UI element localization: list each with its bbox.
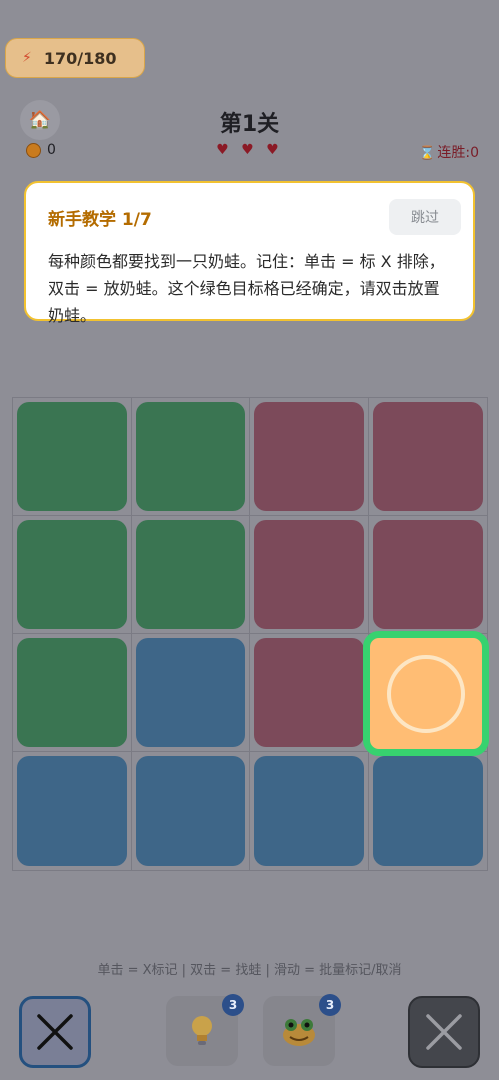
hint-count-badge: 3 bbox=[222, 994, 244, 1016]
blue-tile bbox=[135, 756, 245, 866]
board-cell[interactable] bbox=[250, 752, 369, 870]
blue-tile bbox=[254, 756, 364, 866]
tutorial-dialog: 新手教学 1/7 跳过 每种颜色都要找到一只奶蛙。记住：单击 = 标 X 排除，… bbox=[24, 181, 475, 325]
lightbulb-icon bbox=[192, 1016, 212, 1045]
blue-tile bbox=[372, 756, 483, 866]
clear-button[interactable] bbox=[408, 996, 480, 1068]
board-cell[interactable] bbox=[132, 752, 250, 870]
streak-value: 连胜:0 bbox=[437, 145, 479, 161]
green-tile bbox=[17, 402, 127, 511]
energy-value: 170/180 bbox=[43, 48, 117, 68]
red-tile bbox=[372, 520, 483, 629]
level-title: 第1关 bbox=[219, 112, 280, 137]
blue-tile bbox=[135, 638, 245, 747]
board-cell[interactable] bbox=[13, 398, 132, 516]
energy-counter: ⚡ 170/180 bbox=[5, 38, 145, 78]
hourglass-icon: ⌛ bbox=[419, 146, 436, 161]
board-cell[interactable] bbox=[13, 516, 132, 634]
board-cell[interactable] bbox=[368, 516, 487, 634]
red-tile bbox=[254, 402, 364, 511]
red-tile bbox=[372, 402, 483, 511]
skip-button[interactable]: 跳过 bbox=[389, 199, 461, 235]
board-cell[interactable] bbox=[250, 398, 369, 516]
lightning-icon: ⚡ bbox=[22, 50, 32, 66]
board-cell[interactable] bbox=[250, 516, 369, 634]
control-hint: 单击 = X标记 | 双击 = 找蛙 | 滑动 = 批量标记/取消 bbox=[97, 963, 402, 978]
circle-marker-icon bbox=[387, 654, 465, 733]
board-cell[interactable] bbox=[131, 634, 250, 752]
blue-tile bbox=[17, 756, 127, 866]
tutorial-text: 每种颜色都要找到一只奶蛙。记住：单击 = 标 X 排除，双击 = 放奶蛙。这个绿… bbox=[48, 252, 445, 325]
board-cell[interactable] bbox=[13, 634, 132, 752]
frog-count-badge: 3 bbox=[319, 994, 341, 1016]
board-cell[interactable] bbox=[368, 398, 487, 516]
green-tile bbox=[135, 402, 245, 511]
board-cell[interactable] bbox=[131, 398, 250, 516]
win-streak: ⌛ 连胜:0 bbox=[419, 142, 479, 162]
green-tile bbox=[17, 520, 127, 629]
highlighted-target-cell[interactable] bbox=[363, 631, 489, 756]
x-mark-icon bbox=[37, 1014, 73, 1050]
mark-x-button[interactable] bbox=[19, 996, 91, 1068]
frog-button[interactable]: 3 bbox=[263, 994, 341, 1066]
board-cell[interactable] bbox=[13, 752, 132, 870]
x-mark-icon bbox=[426, 1014, 462, 1050]
red-tile bbox=[254, 638, 364, 747]
green-tile bbox=[135, 520, 245, 629]
frog-icon bbox=[283, 1019, 315, 1046]
hint-button[interactable]: 3 bbox=[166, 994, 244, 1066]
board-cell[interactable] bbox=[369, 752, 488, 870]
green-tile bbox=[17, 638, 127, 747]
board-cell[interactable] bbox=[250, 634, 369, 752]
red-tile bbox=[254, 520, 364, 629]
board-cell[interactable] bbox=[131, 516, 250, 634]
